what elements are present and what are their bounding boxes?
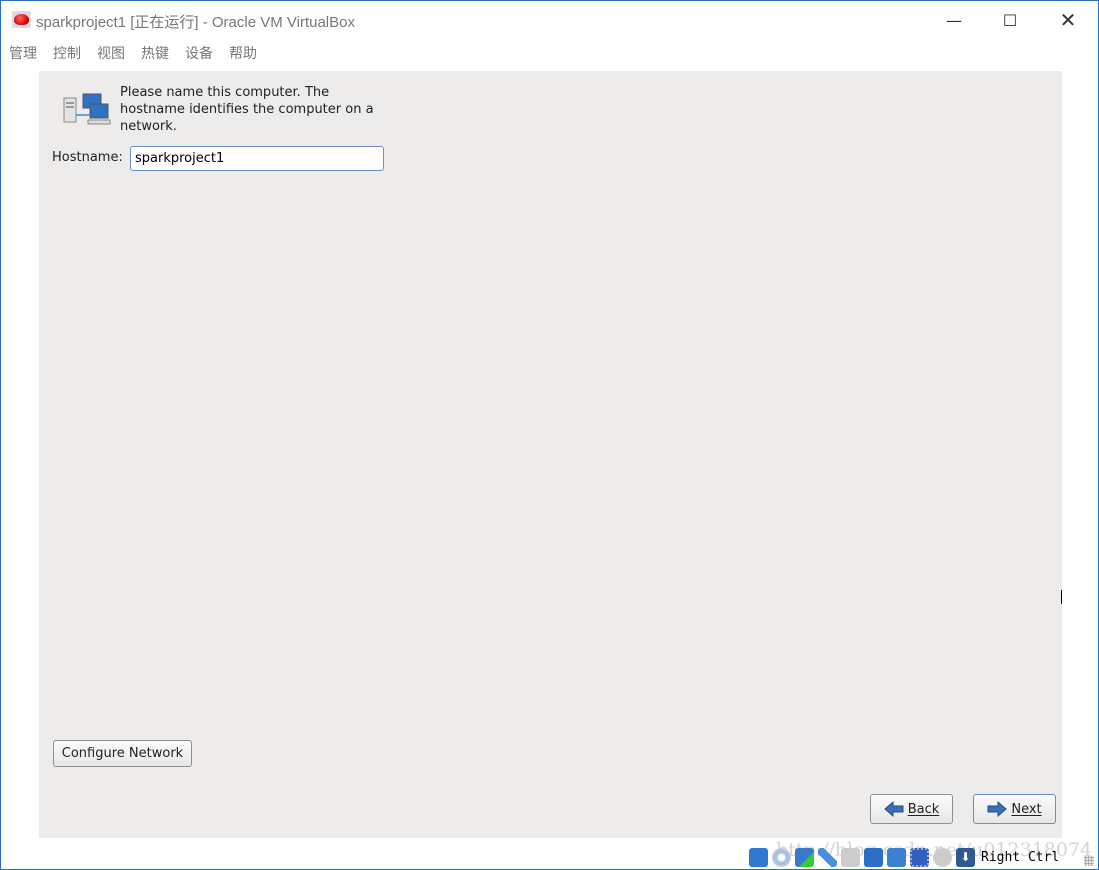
arrow-right-icon	[987, 801, 1008, 817]
usb-icon[interactable]	[818, 847, 837, 867]
menu-bar: 管理 控制 视图 热键 设备 帮助	[1, 41, 265, 65]
configure-network-label: Configure Network	[61, 746, 184, 761]
video-capture-icon[interactable]	[887, 847, 906, 867]
next-button[interactable]: Next	[973, 794, 1056, 824]
menu-view[interactable]: 视图	[89, 41, 133, 65]
network-icon[interactable]	[795, 847, 814, 867]
cpu-icon[interactable]	[910, 847, 929, 867]
keyboard-icon[interactable]: ⬇	[956, 847, 975, 867]
redhat-app-icon	[12, 11, 31, 28]
optical-disc-icon[interactable]	[772, 847, 791, 867]
next-label: Next	[1011, 801, 1042, 817]
virtualbox-window: sparkproject1 [正在运行] - Oracle VM Virtual…	[0, 0, 1099, 870]
menu-devices[interactable]: 设备	[177, 41, 221, 65]
window-title: sparkproject1 [正在运行] - Oracle VM Virtual…	[36, 14, 355, 31]
close-button[interactable]: ✕	[1039, 1, 1097, 39]
hostname-label: Hostname:	[52, 150, 123, 165]
back-button[interactable]: Back	[870, 794, 953, 824]
back-label: Back	[907, 801, 940, 817]
configure-network-button[interactable]: Configure Network	[53, 740, 192, 767]
title-bar: sparkproject1 [正在运行] - Oracle VM Virtual…	[1, 1, 1098, 39]
display-icon[interactable]	[864, 847, 883, 867]
menu-help[interactable]: 帮助	[221, 41, 265, 65]
mouse-icon[interactable]	[933, 847, 952, 867]
maximize-button[interactable]: ☐	[981, 1, 1039, 39]
status-bar: ⬇ Right Ctrl	[749, 846, 1059, 868]
mouse-cursor	[1061, 590, 1062, 604]
menu-hotkeys[interactable]: 热键	[133, 41, 177, 65]
minimize-button[interactable]: —	[925, 1, 983, 39]
host-key-label: Right Ctrl	[981, 849, 1060, 865]
network-computers-icon	[63, 93, 111, 125]
menu-control[interactable]: 控制	[45, 41, 89, 65]
menu-manage[interactable]: 管理	[1, 41, 45, 65]
guest-screen[interactable]: Please name this computer. The hostname …	[39, 71, 1062, 838]
arrow-left-icon	[883, 801, 904, 817]
hard-disk-icon[interactable]	[749, 847, 768, 867]
resize-grip[interactable]	[1084, 856, 1094, 866]
hostname-input[interactable]	[130, 146, 384, 171]
hostname-prompt: Please name this computer. The hostname …	[120, 85, 374, 134]
shared-folder-icon[interactable]	[841, 847, 860, 867]
